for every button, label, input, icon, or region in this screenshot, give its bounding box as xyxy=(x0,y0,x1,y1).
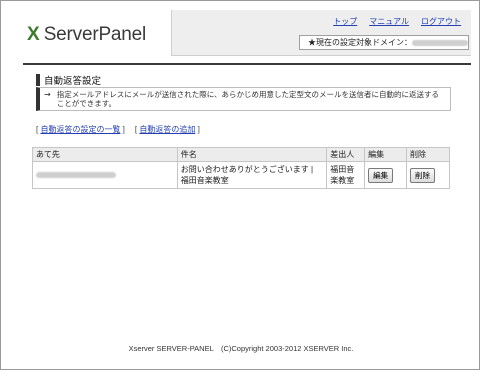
cell-delete: 削除 xyxy=(406,161,450,189)
nav-top-link[interactable]: トップ xyxy=(333,16,357,27)
sub-links: [ 自動返答の設定の一覧 ] [ 自動返答の追加 ] xyxy=(36,124,200,135)
current-domain-value-redacted xyxy=(412,39,468,46)
top-nav: トップ マニュアル ログアウト xyxy=(333,16,461,27)
header-edit: 編集 xyxy=(364,147,408,162)
cell-recipient xyxy=(32,161,178,189)
auto-reply-list-link[interactable]: 自動返答の設定の一覧 xyxy=(40,125,120,134)
recipient-redacted xyxy=(36,171,116,178)
footer-copyright: Xserver SERVER-PANEL (C)Copyright 2003-2… xyxy=(128,344,354,353)
header-panel: トップ マニュアル ログアウト ★現在の設定対象ドメイン： xyxy=(171,10,471,56)
description-text: 指定メールアドレスにメールが送信された際に、あらかじめ用意した定型文のメールを送… xyxy=(56,90,439,108)
auto-reply-table: あて先 件名 差出人 編集 削除 お問い合わせありがとうございます | 福田音楽… xyxy=(32,147,450,189)
header-subject: 件名 xyxy=(176,147,328,162)
current-domain-label: ★現在の設定対象ドメイン： xyxy=(308,38,412,47)
edit-button[interactable]: 編集 xyxy=(368,167,394,183)
auto-reply-section: 自動返答設定 → 指定メールアドレスにメールが送信された際に、あらかじめ用意した… xyxy=(36,74,451,111)
section-title-row: 自動返答設定 xyxy=(36,74,451,87)
logo-text: ServerPanel xyxy=(43,24,147,45)
link-list-wrap: [ 自動返答の設定の一覧 ] xyxy=(36,125,125,134)
link-add-wrap: [ 自動返答の追加 ] xyxy=(134,125,200,134)
arrow-icon: → xyxy=(44,90,51,99)
header-delete: 削除 xyxy=(406,147,450,162)
logo: X ServerPanel xyxy=(27,23,146,47)
delete-button[interactable]: 削除 xyxy=(410,167,436,183)
table-header-row: あて先 件名 差出人 編集 削除 xyxy=(32,147,450,162)
cell-subject: お問い合わせありがとうございます | 福田音楽教室 xyxy=(176,161,328,189)
auto-reply-add-link[interactable]: 自動返答の追加 xyxy=(139,125,195,134)
table-row: お問い合わせありがとうございます | 福田音楽教室 福田音楽教室 編集 削除 xyxy=(32,161,450,189)
current-domain-box: ★現在の設定対象ドメイン： xyxy=(299,35,469,50)
nav-logout-link[interactable]: ログアウト xyxy=(421,16,461,27)
header-divider xyxy=(23,63,471,65)
page-title: 自動返答設定 xyxy=(44,76,102,87)
description-box: → 指定メールアドレスにメールが送信された際に、あらかじめ用意した定型文のメール… xyxy=(36,87,451,111)
cell-edit: 編集 xyxy=(364,161,408,189)
cell-sender: 福田音楽教室 xyxy=(326,161,366,189)
app-window: X ServerPanel トップ マニュアル ログアウト ★現在の設定対象ドメ… xyxy=(0,0,480,370)
logo-mark: X xyxy=(27,24,40,45)
nav-manual-link[interactable]: マニュアル xyxy=(369,16,409,27)
header-sender: 差出人 xyxy=(326,147,366,162)
header-recipient: あて先 xyxy=(32,147,178,162)
